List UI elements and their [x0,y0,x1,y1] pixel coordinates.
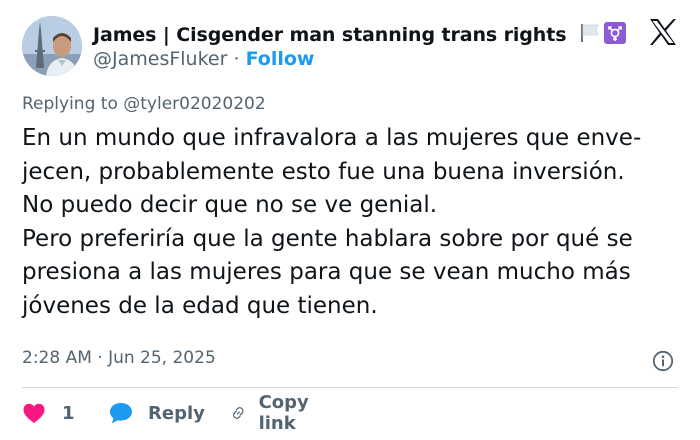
transgender-symbol-icon [603,22,626,49]
x-logo-icon[interactable] [648,18,678,46]
link-icon [232,407,244,419]
author-handle-line: @JamesFluker · Follow [93,48,314,70]
tweet-text: En un mundo que infravalora a las mujere… [22,122,692,324]
copy-link-label: Copy link [258,392,309,434]
speech-bubble-icon [110,403,132,424]
tweet-card: James | Cisgender man stanning trans rig… [0,0,700,440]
tweet-line: jóvenes de la edad que tienen. [22,292,378,319]
author-handle[interactable]: @JamesFluker [93,48,227,70]
copy-link-button[interactable]: Copy link [230,392,318,434]
reply-label: Reply [148,402,205,424]
info-icon[interactable] [652,350,674,372]
like-button[interactable]: 1 [22,398,75,428]
author-display-name[interactable]: James | Cisgender man stanning trans rig… [93,24,567,46]
tweet-line: jecen, probablemente esto fue una buena … [22,158,625,185]
author-name-line[interactable]: James | Cisgender man stanning trans rig… [93,22,626,49]
white-flag-icon [579,22,601,49]
tweet-line: presiona a las mujeres para que se vean … [22,259,631,286]
follow-button[interactable]: Follow [246,48,315,70]
reply-button[interactable]: Reply [108,398,205,428]
avatar[interactable] [22,16,82,76]
like-count: 1 [62,402,75,424]
tweet-line: En un mundo que infravalora a las mujere… [22,125,642,151]
timestamp[interactable]: 2:28 AM · Jun 25, 2025 [22,348,216,368]
replying-to[interactable]: Replying to @tyler02020202 [22,94,266,114]
heart-icon [23,403,45,423]
divider [22,387,678,388]
tweet-line: No puedo decir que no se ve genial. [22,192,438,219]
handle-separator: · [233,48,240,70]
tweet-line: Pero preferiría que la gente hablara sob… [22,225,633,252]
